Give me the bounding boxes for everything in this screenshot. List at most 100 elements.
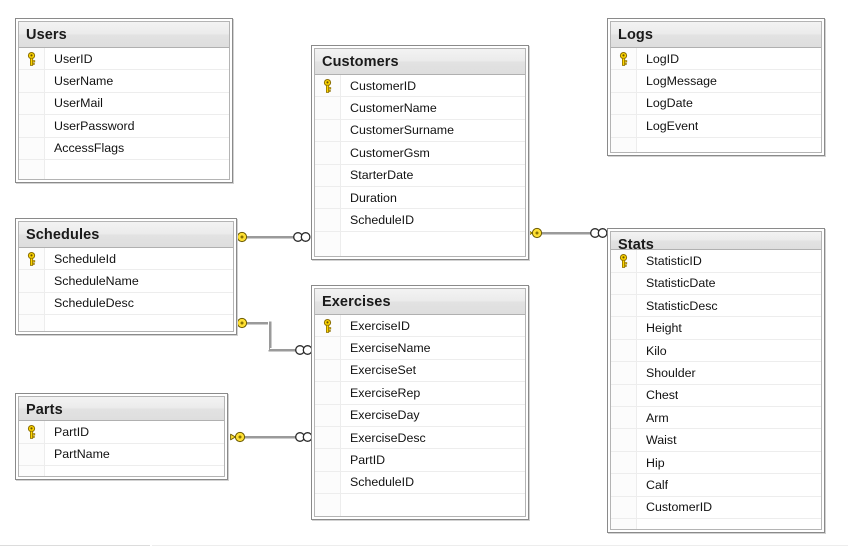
table-empty-space	[19, 315, 233, 331]
table-row[interactable]: Kilo	[611, 339, 821, 363]
primary-key-icon	[619, 254, 628, 268]
column-list-exercises: ExerciseID ExerciseName ExerciseSet Exer…	[315, 315, 525, 516]
pk-gutter	[611, 474, 637, 496]
pk-gutter	[19, 248, 45, 270]
table-row[interactable]: Calf	[611, 474, 821, 497]
table-row[interactable]: Height	[611, 317, 821, 340]
table-row[interactable]: ScheduleDesc	[19, 292, 233, 316]
table-row[interactable]: StarterDate	[315, 164, 525, 187]
table-row[interactable]: ExerciseName	[315, 337, 525, 360]
pk-gutter	[611, 272, 637, 295]
column-name: StatisticDate	[646, 276, 716, 291]
column-name: LogEvent	[646, 118, 699, 133]
pk-gutter	[315, 471, 341, 494]
table-exercises[interactable]: Exercises ExerciseID ExerciseName Exerci…	[311, 285, 529, 520]
column-name: CustomerID	[350, 78, 417, 93]
table-empty-space	[315, 231, 525, 256]
table-parts[interactable]: Parts PartID PartName	[15, 393, 228, 480]
table-row[interactable]: ScheduleName	[19, 270, 233, 293]
table-row[interactable]: ExerciseDay	[315, 404, 525, 427]
table-row[interactable]: CustomerID	[315, 75, 525, 98]
column-name: LogDate	[646, 96, 693, 111]
table-row[interactable]: UserPassword	[19, 115, 229, 138]
canvas-bottom-rule-left	[0, 545, 150, 546]
pk-gutter	[611, 339, 637, 362]
table-empty-space	[611, 519, 821, 529]
table-stats[interactable]: Stats StatisticID StatisticDate Statisti…	[607, 228, 825, 533]
table-schedules[interactable]: Schedules ScheduleId ScheduleName Schedu…	[15, 218, 237, 335]
column-name: PartID	[350, 453, 386, 468]
table-row[interactable]: LogMessage	[611, 70, 821, 93]
table-row[interactable]: ExerciseSet	[315, 359, 525, 383]
table-row[interactable]: CustomerGsm	[315, 142, 525, 165]
table-row[interactable]: UserMail	[19, 92, 229, 116]
column-name: Shoulder	[646, 365, 696, 380]
table-row[interactable]: ScheduleID	[315, 209, 525, 232]
pk-gutter	[19, 292, 45, 315]
table-users[interactable]: Users UserID UserName UserMail UserPassw…	[15, 18, 233, 183]
table-row[interactable]: Waist	[611, 429, 821, 452]
table-row[interactable]: ExerciseRep	[315, 382, 525, 405]
column-name: ExerciseName	[350, 341, 431, 356]
column-name: Duration	[350, 190, 397, 205]
table-row[interactable]: ScheduleID	[315, 471, 525, 495]
relationship-customers-stats[interactable]	[527, 222, 611, 244]
table-row[interactable]: CustomerSurname	[315, 119, 525, 143]
table-title-customers: Customers	[315, 49, 525, 75]
table-row[interactable]: UserName	[19, 70, 229, 93]
table-row[interactable]: Arm	[611, 407, 821, 430]
table-row[interactable]: PartName	[19, 443, 224, 466]
column-name: ExerciseSet	[350, 363, 417, 378]
table-row[interactable]: LogID	[611, 48, 821, 71]
table-row[interactable]: ScheduleId	[19, 248, 233, 271]
table-row[interactable]: Hip	[611, 451, 821, 475]
relationship-schedules-exercises[interactable]	[232, 312, 316, 358]
column-name: StatisticID	[646, 254, 702, 268]
table-row[interactable]: Duration	[315, 186, 525, 210]
table-row[interactable]: CustomerID	[611, 496, 821, 519]
column-name: Chest	[646, 388, 679, 403]
column-list-customers: CustomerID CustomerName CustomerSurname …	[315, 75, 525, 256]
pk-gutter	[19, 270, 45, 292]
table-row[interactable]: Shoulder	[611, 362, 821, 385]
column-name: Arm	[646, 410, 669, 425]
table-row[interactable]: CustomerName	[315, 97, 525, 120]
table-row[interactable]: StatisticID	[611, 250, 821, 273]
diagram-canvas[interactable]: Users UserID UserName UserMail UserPassw…	[0, 0, 848, 548]
column-name: ScheduleID	[350, 213, 415, 228]
pk-gutter	[315, 186, 341, 209]
table-row[interactable]: UserID	[19, 48, 229, 71]
relationship-schedules-customers[interactable]	[232, 226, 314, 248]
table-title-parts: Parts	[19, 397, 224, 422]
table-empty-space	[19, 466, 224, 476]
table-row[interactable]: PartID	[19, 421, 224, 444]
column-name: PartName	[54, 447, 110, 462]
table-row[interactable]: StatisticDate	[611, 272, 821, 296]
column-name: ExerciseRep	[350, 385, 421, 400]
many-endpoint-icon	[295, 345, 313, 355]
table-row[interactable]: Chest	[611, 384, 821, 408]
table-empty-space	[19, 159, 229, 179]
table-row[interactable]: ExerciseID	[315, 315, 525, 338]
table-row[interactable]: PartID	[315, 449, 525, 472]
pk-gutter	[611, 115, 637, 137]
table-row[interactable]: LogDate	[611, 92, 821, 116]
table-logs[interactable]: Logs LogID LogMessage LogDate LogEvent	[607, 18, 825, 156]
column-list-logs: LogID LogMessage LogDate LogEvent	[611, 48, 821, 152]
canvas-bottom-rule-right	[152, 545, 848, 546]
table-row[interactable]: AccessFlags	[19, 137, 229, 160]
table-row[interactable]: LogEvent	[611, 115, 821, 138]
pk-gutter	[315, 97, 341, 119]
many-endpoint-icon	[295, 432, 313, 442]
column-name: Height	[646, 321, 682, 336]
relationship-parts-exercises[interactable]	[228, 426, 316, 448]
table-customers[interactable]: Customers CustomerID CustomerName Custom…	[311, 45, 529, 260]
column-name: ExerciseDesc	[350, 430, 426, 445]
column-name: ScheduleDesc	[54, 296, 134, 311]
table-row[interactable]: StatisticDesc	[611, 295, 821, 318]
pk-gutter	[611, 48, 637, 70]
primary-key-icon	[27, 51, 36, 66]
pk-gutter	[19, 115, 45, 137]
table-row[interactable]: ExerciseDesc	[315, 426, 525, 450]
primary-key-icon	[27, 424, 36, 439]
